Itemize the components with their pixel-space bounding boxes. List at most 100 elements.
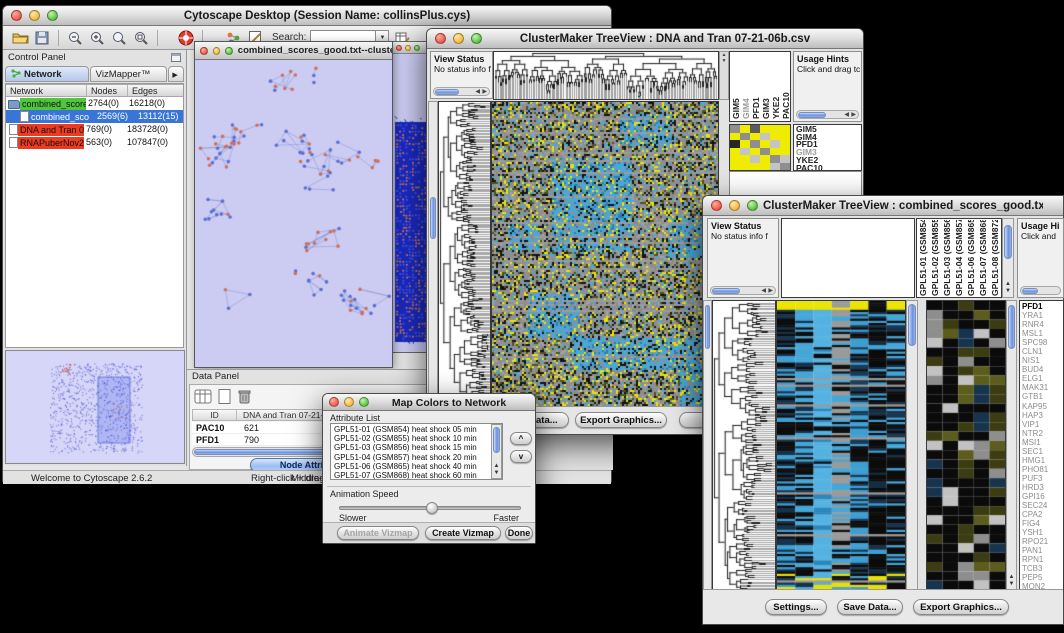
scroll-down-icon[interactable]: ▼ <box>492 470 501 477</box>
gene-label[interactable]: SEC1 <box>1022 447 1063 456</box>
gene-label[interactable]: PUF3 <box>1022 474 1063 483</box>
gene-label[interactable]: PAN1 <box>1022 546 1063 555</box>
zoom-out-icon[interactable] <box>66 29 84 46</box>
scroll-left-icon[interactable]: ◀ <box>475 88 480 96</box>
close-button[interactable] <box>200 47 208 55</box>
delete-attribute-icon[interactable] <box>237 388 252 410</box>
column-label[interactable]: GPL51-01 (GSM854) <box>918 220 930 296</box>
tv1-heatmap-canvas[interactable] <box>492 102 718 407</box>
zoom-selected-icon[interactable] <box>132 29 150 46</box>
scroll-down-icon[interactable]: ▼ <box>1007 581 1016 588</box>
tv2-status-hscrollbar[interactable]: ◀ ▶ <box>710 286 776 295</box>
zoom-button[interactable] <box>225 47 233 55</box>
tab-network[interactable]: Network <box>5 66 89 82</box>
gene-label[interactable]: PHO81 <box>1022 465 1063 474</box>
column-label[interactable]: GPL51-06 (GSM865) <box>966 220 978 296</box>
similarity-matrix[interactable] <box>730 125 790 170</box>
gene-label[interactable]: SEC24 <box>1022 501 1063 510</box>
column-label[interactable]: YKE2 <box>771 54 781 119</box>
tab-vizmapper[interactable]: VizMapper™ <box>90 66 167 82</box>
open-file-icon[interactable] <box>11 29 29 46</box>
network-canvas[interactable] <box>195 60 392 367</box>
export-graphics-button[interactable]: Export Graphics... <box>575 412 667 428</box>
gene-label[interactable]: HMG1 <box>1022 456 1063 465</box>
tv1-row-dendrogram-canvas[interactable] <box>439 102 490 407</box>
minimize-button[interactable] <box>729 200 740 211</box>
new-attribute-icon[interactable] <box>217 388 233 410</box>
save-data-button[interactable]: Save Data... <box>837 599 903 615</box>
scroll-down-icon[interactable]: ▼ <box>1003 288 1013 295</box>
gene-label[interactable]: MSL1 <box>1022 329 1063 338</box>
gene-label[interactable]: GTB1 <box>1022 392 1063 401</box>
gene-label[interactable]: PEP5 <box>1022 573 1063 582</box>
network-table-header[interactable]: Network Nodes Edges <box>6 84 183 97</box>
zoom-button[interactable] <box>47 10 58 21</box>
attribute-vscrollbar[interactable]: ▲ ▼ <box>491 424 502 479</box>
tv1-column-dendrogram-canvas[interactable] <box>494 52 718 99</box>
column-label[interactable]: GIM4 <box>741 54 751 119</box>
column-label[interactable]: PAC10 <box>781 54 791 119</box>
column-label[interactable]: PFD1 <box>751 54 761 119</box>
minimize-button[interactable] <box>344 397 354 407</box>
attribute-item[interactable]: GPL51-01 (GSM854) heat shock 05 min <box>334 425 502 434</box>
gene-label[interactable]: YRA1 <box>1022 311 1063 320</box>
close-button[interactable] <box>396 45 402 51</box>
tv2-zoom-heatmap-canvas[interactable] <box>927 301 1005 590</box>
hscroll-thumb[interactable] <box>712 288 740 294</box>
network-row[interactable]: combined_scores 2764(0) 16218(0) <box>6 97 183 110</box>
gene-label[interactable]: RPO21 <box>1022 537 1063 546</box>
tv2-zoom-vscrollbar[interactable]: ▲ ▼ <box>1006 300 1017 591</box>
gene-label[interactable]: NTR2 <box>1022 429 1063 438</box>
gene-label[interactable]: RNR4 <box>1022 320 1063 329</box>
gene-label[interactable]: RPN1 <box>1022 555 1063 564</box>
tv2-labels-vscrollbar[interactable]: ▲ ▼ <box>1002 218 1014 298</box>
minimize-button[interactable] <box>453 33 464 44</box>
slider-thumb[interactable] <box>426 502 438 514</box>
gene-label[interactable]: SPC98 <box>1022 338 1063 347</box>
gene-label[interactable]: MSI1 <box>1022 438 1063 447</box>
hscroll-thumb[interactable] <box>435 89 459 95</box>
gene-label[interactable]: CLN1 <box>1022 347 1063 356</box>
column-header-edges[interactable]: Edges <box>128 85 183 96</box>
save-icon[interactable] <box>33 29 51 46</box>
tv1-left-vscrollbar[interactable] <box>428 101 438 408</box>
lifering-help-icon[interactable] <box>177 29 195 46</box>
vscroll-thumb[interactable] <box>430 197 436 239</box>
column-label[interactable]: GIM3 <box>761 54 771 119</box>
gene-label[interactable]: MAK31 <box>1022 383 1063 392</box>
attribute-item[interactable]: GPL51-03 (GSM856) heat shock 15 min <box>334 443 502 452</box>
attribute-item[interactable]: GPL51-07 (GSM868) heat shock 60 min <box>334 471 502 480</box>
scroll-right-icon[interactable]: ▶ <box>768 287 773 295</box>
animation-slider[interactable] <box>339 506 521 510</box>
gene-label[interactable]: GPI16 <box>1022 492 1063 501</box>
zoom-in-icon[interactable] <box>88 29 106 46</box>
close-button[interactable] <box>329 397 339 407</box>
gene-label[interactable]: KAP95 <box>1022 402 1063 411</box>
tab-overflow-button[interactable]: ▶ <box>168 66 184 82</box>
tv2-left-vscrollbar[interactable] <box>703 300 712 591</box>
scroll-left-icon[interactable]: ◀ <box>761 287 766 295</box>
network2-canvas[interactable] <box>393 54 430 352</box>
float-panel-icon[interactable] <box>171 49 181 67</box>
column-header-nodes[interactable]: Nodes <box>87 85 128 96</box>
attribute-item[interactable]: GPL51-06 (GSM865) heat shock 40 min <box>334 462 502 471</box>
attribute-item[interactable]: GPL51-04 (GSM857) heat shock 20 min <box>334 453 502 462</box>
hscro ll-thumb[interactable] <box>798 112 826 118</box>
gene-label[interactable]: NIS1 <box>1022 356 1063 365</box>
network-row[interactable]: RNAPuberNov2+ 563(0) 107847(0) <box>6 136 183 149</box>
create-vizmap-button[interactable]: Create Vizmap <box>425 526 501 540</box>
vscroll-thumb[interactable] <box>1008 305 1015 349</box>
tv2-heatmap-canvas[interactable] <box>777 301 905 590</box>
vscroll-thumb[interactable] <box>493 427 500 453</box>
scroll-up-icon[interactable]: ▲ <box>492 463 501 470</box>
column-label[interactable]: GPL51-03 (GSM856) <box>942 220 954 296</box>
gene-label[interactable]: HRD3 <box>1022 483 1063 492</box>
tv2-hints-hscrollbar[interactable] <box>1020 286 1061 295</box>
column-label[interactable]: GPL51-02 (GSM855) <box>930 220 942 296</box>
zoom-button[interactable] <box>471 33 482 44</box>
attribute-item[interactable]: GPL51-02 (GSM855) heat shock 10 min <box>334 434 502 443</box>
column-header-network[interactable]: Network <box>6 85 87 96</box>
zoom-fit-icon[interactable] <box>110 29 128 46</box>
minimize-button[interactable] <box>405 45 411 51</box>
gene-label[interactable]: VIP1 <box>1022 420 1063 429</box>
